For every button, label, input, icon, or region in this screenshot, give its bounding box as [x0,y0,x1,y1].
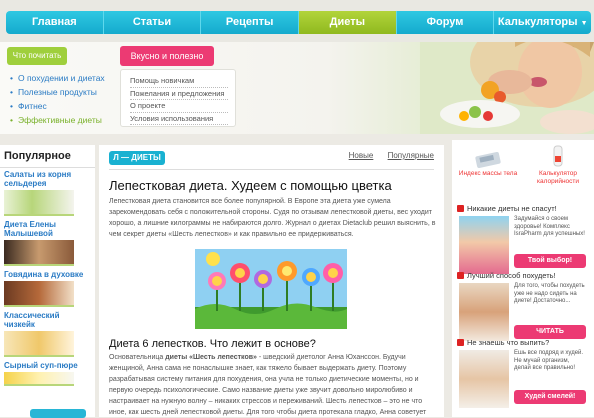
link-terms[interactable]: Условия использования [130,113,228,125]
ad-marker-icon [457,205,464,212]
ad-woman-image[interactable] [459,350,509,408]
woman-portrait-image[interactable] [4,240,74,266]
popular-item-title[interactable]: Говядина в духовке [4,270,91,279]
ad-block: Не знаешь что выпить? Ешь все подряд и х… [457,338,588,408]
nav-item-articles[interactable]: Статьи [104,11,202,34]
bmi-label: Индекс массы тела [458,170,518,177]
link-label: Эффективные диеты [17,115,102,125]
ad-woman-image[interactable] [459,283,509,341]
what-to-read-button[interactable]: Что почитать [7,47,67,65]
link-fitness[interactable]: • Фитнес [10,99,105,113]
divider [109,169,434,170]
link-label: Фитнес [17,101,47,111]
nav-item-recipes[interactable]: Рецепты [201,11,300,34]
tasty-and-healthy-button[interactable]: Вкусно и полезно [120,46,214,66]
ad-text: Ешь все подряд и худей. Не мучай организ… [514,350,584,371]
hero-woman-eating-image [420,42,594,134]
nav-bar: Главная Статьи Рецепты Диеты Форум Кальк… [6,11,591,34]
category-tag[interactable]: Л — ДИЕТЫ [109,151,165,165]
link-label: Полезные продукты [17,87,97,97]
popular-item[interactable]: Диета Елены Малышевой [0,218,95,268]
ad-block: Никакие диеты не спасут! Задумайся о сво… [457,204,588,274]
nav-item-diets[interactable]: Диеты [299,11,397,34]
ad-block: Лучший способ похудеть! Для того, чтобы … [457,271,588,341]
sub-links-box: Помощь новичкам Пожелания и предложения … [120,69,236,127]
soup-image[interactable] [4,372,74,386]
ad-marker-icon [457,272,464,279]
cheesecake-image[interactable] [4,331,74,357]
ad-text: Для того, чтобы похудеть уже не надо сид… [514,283,585,304]
link-label: О похудении и диетах [17,73,105,83]
link-weight-loss[interactable]: • О похудении и диетах [10,71,105,85]
nav-item-calculators-label: Калькуляторы [497,16,578,28]
link-healthy-products[interactable]: • Полезные продукты [10,85,105,99]
popular-sidebar: Популярное Салаты из корня сельдерея Дие… [0,145,95,418]
ad-header[interactable]: Лучший способ похудеть! [457,271,588,280]
ad-woman-image[interactable] [459,216,509,274]
ad-marker-icon [457,339,464,346]
flowers-illustration [195,249,347,329]
main-content: Л — ДИЕТЫ Новые Популярные Лепестковая д… [99,145,444,417]
top-navigation: Главная Статьи Рецепты Диеты Форум Кальк… [0,0,594,42]
popular-item-title[interactable]: Классический чизкейк [4,311,91,329]
ad-cta-button[interactable]: Худей смелей! [514,390,586,404]
chevron-down-icon: ▼ [580,20,588,27]
read-links-list: • О похудении и диетах • Полезные продукты… [10,71,105,127]
article-intro: Лепестковая диета становится все более п… [109,198,436,238]
popular-item[interactable]: Сырный суп-пюре [0,359,95,388]
ad-header[interactable]: Никакие диеты не спасут! [457,204,588,213]
sort-links: Новые Популярные [337,151,434,160]
link-effective-diets[interactable]: • Эффективные диеты [10,113,105,127]
article-title: Лепестковая диета. Худеем с помощью цвет… [109,178,392,193]
diet-name-link[interactable]: диеты «Шесть лепестков» [165,354,257,361]
popular-title: Популярное [0,145,95,168]
link-help-newbies[interactable]: Помощь новичкам [130,75,228,88]
ad-header-text: Не знаешь что выпить? [467,338,550,347]
article-body: Основательница диеты «Шесть лепестков» -… [109,352,439,418]
right-sidebar: Индекс массы тела Калькулятор калорийнос… [452,140,594,417]
scale-icon [473,144,503,168]
body-lead: Основательница [109,354,164,361]
link-about[interactable]: О проекте [130,100,228,113]
ad-cta-button[interactable]: Твой выбор! [514,254,586,268]
beef-dish-image[interactable] [4,281,74,307]
celery-salad-image[interactable] [4,190,74,216]
calorie-bottle-icon [543,144,573,168]
ad-cta-button[interactable]: ЧИТАТЬ [514,325,586,339]
ad-text: Задумайся о своем здоровье! Комплекс Isr… [514,216,585,237]
body-rest: - шведский диетолог Анна Юханссон. Будуч… [109,354,427,416]
sort-popular-link[interactable]: Популярные [388,151,434,160]
popular-item-title[interactable]: Диета Елены Малышевой [4,220,91,238]
nav-item-home[interactable]: Главная [6,11,104,34]
ad-header-text: Лучший способ похудеть! [467,271,556,280]
bmi-calculator[interactable]: Индекс массы тела [454,144,522,178]
article-subtitle: Диета 6 лепестков. Что лежит в основе? [109,338,316,350]
popular-item[interactable]: Классический чизкейк [0,309,95,359]
popular-item[interactable]: Говядина в духовке [0,268,95,309]
ad-header-text: Никакие диеты не спасут! [467,204,557,213]
hero-banner: Что почитать Вкусно и полезно • О похуден… [0,42,594,134]
popular-item[interactable]: Салаты из корня сельдерея [0,168,95,218]
calorie-label: Калькулятор калорийности [536,170,580,185]
sort-new-link[interactable]: Новые [349,151,374,160]
calorie-calculator[interactable]: Калькулятор калорийности [524,144,592,186]
nav-item-forum[interactable]: Форум [397,11,495,34]
link-suggestions[interactable]: Пожелания и предложения [130,88,228,100]
popular-item-title[interactable]: Салаты из корня сельдерея [4,170,91,188]
popular-item-title[interactable]: Сырный суп-пюре [4,361,91,370]
nav-item-calculators[interactable]: Калькуляторы ▼ [494,11,591,34]
ad-header[interactable]: Не знаешь что выпить? [457,338,588,347]
